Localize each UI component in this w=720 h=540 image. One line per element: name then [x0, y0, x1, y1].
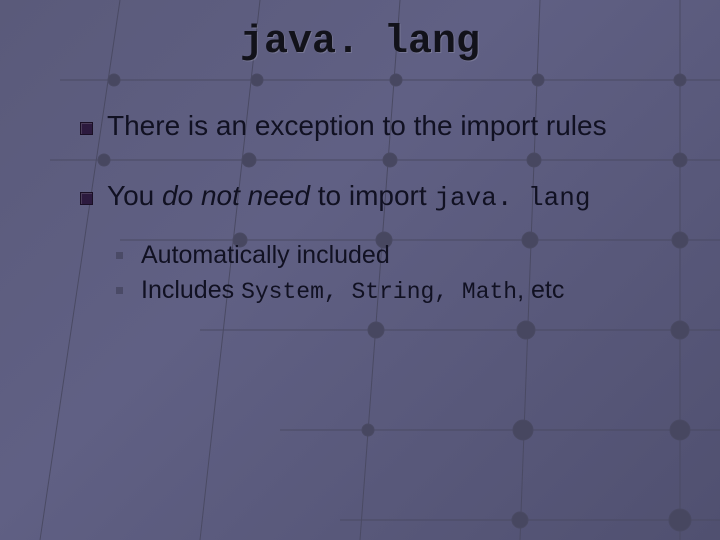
- text-run: You: [107, 180, 162, 211]
- square-bullet-icon: [80, 192, 93, 205]
- square-bullet-icon: [80, 122, 93, 135]
- slide-title: java. lang: [0, 20, 720, 65]
- bullet-text: There is an exception to the import rule…: [107, 110, 680, 142]
- text-run: , etc: [517, 276, 564, 304]
- text-run: Includes: [141, 276, 241, 304]
- bullet-text: Automatically included: [141, 241, 390, 270]
- sub-bullet-group: Automatically included Includes System, …: [116, 241, 680, 305]
- text-run: to import: [310, 180, 434, 211]
- bullet-text: Includes System, String, Math, etc: [141, 276, 564, 305]
- bullet-level1: You do not need to import java. lang: [80, 180, 680, 213]
- text-run-mono: java. lang: [434, 183, 590, 213]
- bullet-level1: There is an exception to the import rule…: [80, 110, 680, 142]
- text-run-italic: do not need: [162, 180, 310, 211]
- square-bullet-icon: [116, 287, 123, 294]
- bullet-text: You do not need to import java. lang: [107, 180, 680, 213]
- slide-body: There is an exception to the import rule…: [80, 110, 680, 311]
- square-bullet-icon: [116, 252, 123, 259]
- slide: java. lang There is an exception to the …: [0, 0, 720, 540]
- text-run-mono: System, String, Math: [241, 279, 517, 305]
- bullet-level2: Includes System, String, Math, etc: [116, 276, 680, 305]
- bullet-level2: Automatically included: [116, 241, 680, 270]
